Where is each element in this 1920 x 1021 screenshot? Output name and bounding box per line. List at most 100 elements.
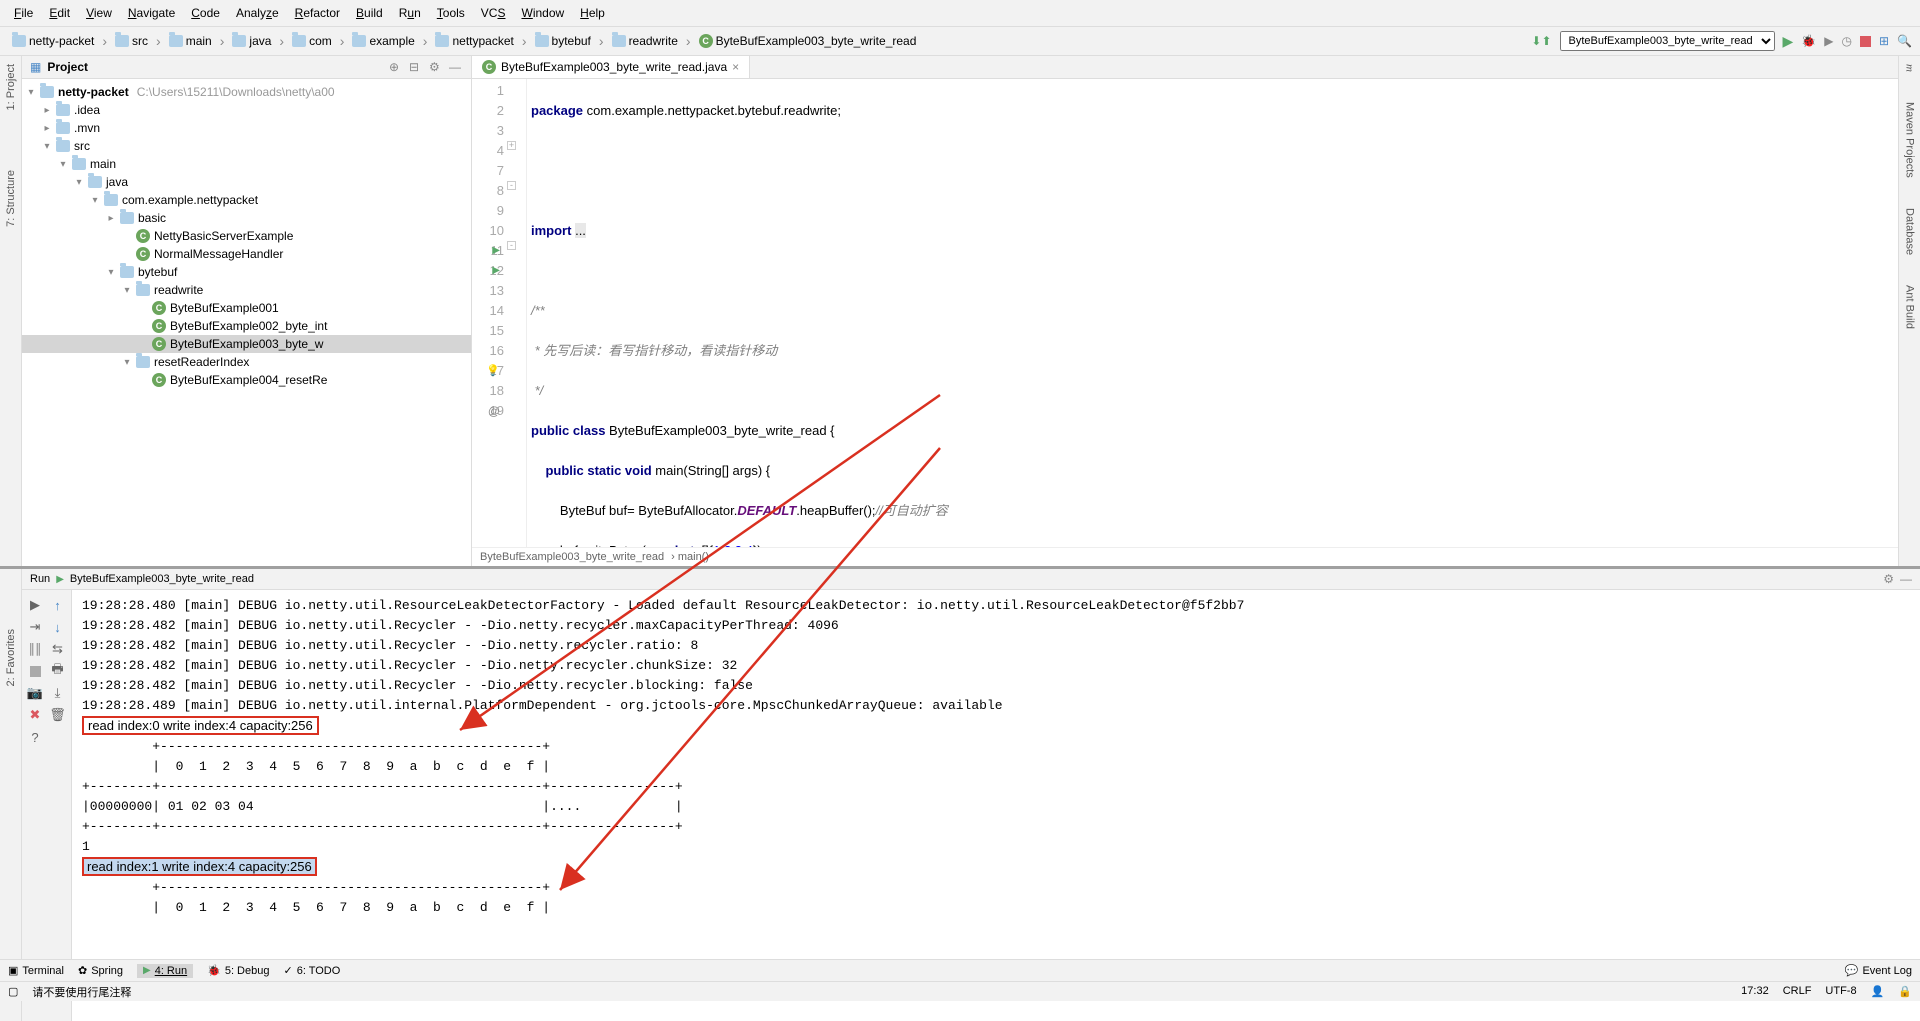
- tool-event-log[interactable]: 💬 Event Log: [1845, 964, 1912, 977]
- stop-button[interactable]: [26, 662, 44, 680]
- tree-node[interactable]: ▾java: [22, 173, 471, 191]
- code-breadcrumb[interactable]: ByteBufExample003_byte_write_read › main…: [472, 547, 1898, 566]
- menu-help[interactable]: Help: [574, 4, 611, 22]
- maven-icon[interactable]: m: [1904, 64, 1916, 72]
- tool-favorites[interactable]: 2: Favorites: [5, 629, 17, 686]
- status-encoding[interactable]: UTF-8: [1825, 985, 1856, 998]
- project-tree[interactable]: ▾netty-packetC:\Users\15211\Downloads\ne…: [22, 79, 471, 566]
- bc-class[interactable]: CByteBufExample003_byte_write_read: [695, 32, 921, 50]
- profile-button[interactable]: ◷: [1842, 34, 1852, 48]
- tool-maven[interactable]: Maven Projects: [1904, 102, 1916, 178]
- tool-database[interactable]: Database: [1904, 208, 1916, 255]
- menu-edit[interactable]: Edit: [43, 4, 76, 22]
- gear-icon[interactable]: ⚙: [429, 60, 443, 74]
- search-everywhere-icon[interactable]: 🔍: [1897, 34, 1912, 48]
- tree-node[interactable]: ▾com.example.nettypacket: [22, 191, 471, 209]
- tree-node[interactable]: ▾main: [22, 155, 471, 173]
- status-quick-icon[interactable]: ▢: [8, 985, 18, 998]
- tree-node[interactable]: CNettyBasicServerExample: [22, 227, 471, 245]
- editor-gutter[interactable]: 1234+78-91011▶-12▶1314151617💡1819@: [472, 79, 527, 547]
- tree-node[interactable]: CByteBufExample004_resetRe: [22, 371, 471, 389]
- code-area[interactable]: package com.example.nettypacket.bytebuf.…: [527, 79, 1898, 547]
- tree-node[interactable]: CByteBufExample002_byte_int: [22, 317, 471, 335]
- help-button[interactable]: ?: [26, 728, 44, 746]
- tool-ant[interactable]: Ant Build: [1904, 285, 1916, 329]
- run-config-select[interactable]: ByteBufExample003_byte_write_read: [1560, 31, 1775, 51]
- bc-src[interactable]: src: [111, 32, 152, 50]
- wrap-button[interactable]: ⇆: [49, 640, 67, 658]
- rerun-button[interactable]: ▶: [26, 596, 44, 614]
- attach-button[interactable]: ⇥: [26, 618, 44, 636]
- bc-example[interactable]: example: [348, 32, 418, 50]
- coverage-button[interactable]: ▶: [1824, 34, 1833, 48]
- gear-icon[interactable]: ⚙: [1883, 572, 1894, 586]
- tree-root[interactable]: netty-packet: [58, 85, 129, 99]
- tree-node[interactable]: ▾readwrite: [22, 281, 471, 299]
- menu-vcs[interactable]: VCS: [475, 4, 512, 22]
- close-icon[interactable]: ×: [732, 60, 739, 74]
- menu-build[interactable]: Build: [350, 4, 389, 22]
- tool-terminal[interactable]: ▣ Terminal: [8, 964, 64, 977]
- tool-project[interactable]: 1: Project: [5, 64, 17, 110]
- status-lock-icon[interactable]: 🔒: [1898, 985, 1912, 998]
- close-button[interactable]: ✖: [26, 706, 44, 724]
- menu-view[interactable]: View: [80, 4, 118, 22]
- menu-navigate[interactable]: Navigate: [122, 4, 181, 22]
- tree-node[interactable]: CByteBufExample001: [22, 299, 471, 317]
- bc-project[interactable]: netty-packet: [8, 32, 98, 50]
- tool-todo[interactable]: ✓ 6: TODO: [283, 964, 340, 977]
- status-line-sep[interactable]: CRLF: [1783, 985, 1812, 998]
- tree-node[interactable]: ▸basic: [22, 209, 471, 227]
- hide-icon[interactable]: —: [1900, 572, 1912, 586]
- collapse-all-icon[interactable]: ⊟: [409, 60, 423, 74]
- status-inspect-icon[interactable]: 👤: [1871, 985, 1885, 998]
- tool-debug[interactable]: 🐞 5: Debug: [207, 964, 269, 977]
- tree-node[interactable]: ▾resetReaderIndex: [22, 353, 471, 371]
- menu-code[interactable]: Code: [185, 4, 226, 22]
- left-tool-stripe: 1: Project 7: Structure: [0, 56, 22, 566]
- folder-icon: [72, 158, 86, 170]
- tree-node[interactable]: ▸.mvn: [22, 119, 471, 137]
- run-config-label[interactable]: ByteBufExample003_byte_write_read: [70, 573, 254, 585]
- menu-run[interactable]: Run: [393, 4, 427, 22]
- project-structure-icon[interactable]: ⊞: [1879, 34, 1889, 48]
- tree-node[interactable]: ▾src: [22, 137, 471, 155]
- menu-window[interactable]: Window: [515, 4, 570, 22]
- tool-run[interactable]: ▶ 4: Run: [137, 964, 193, 978]
- console-output[interactable]: 19:28:28.480 [main] DEBUG io.netty.util.…: [72, 590, 1920, 1021]
- folder-icon: [120, 212, 134, 224]
- tool-spring[interactable]: ✿ Spring: [78, 964, 123, 977]
- tree-node[interactable]: ▸.idea: [22, 101, 471, 119]
- scroll-end-button[interactable]: ⤓: [49, 684, 67, 702]
- project-view-icon[interactable]: ▦: [30, 60, 41, 74]
- bc-nettypacket[interactable]: nettypacket: [431, 32, 517, 50]
- menu-analyze[interactable]: Analyze: [230, 4, 285, 22]
- bc-main[interactable]: main: [165, 32, 216, 50]
- bc-java[interactable]: java: [228, 32, 275, 50]
- tool-structure[interactable]: 7: Structure: [5, 170, 17, 227]
- tree-node[interactable]: CByteBufExample003_byte_w: [22, 335, 471, 353]
- menu-file[interactable]: File: [8, 4, 39, 22]
- editor-tab[interactable]: C ByteBufExample003_byte_write_read.java…: [472, 56, 750, 78]
- folder-icon: [169, 35, 183, 47]
- bc-readwrite[interactable]: readwrite: [608, 32, 682, 50]
- print-button[interactable]: 🖶: [49, 662, 67, 680]
- folder-icon: [56, 140, 70, 152]
- menu-tools[interactable]: Tools: [431, 4, 471, 22]
- up-button[interactable]: ↑: [49, 596, 67, 614]
- run-button[interactable]: ▶: [1783, 33, 1794, 50]
- dump-button[interactable]: 📷: [26, 684, 44, 702]
- hide-icon[interactable]: —: [449, 60, 463, 74]
- clear-button[interactable]: 🗑: [49, 706, 67, 724]
- build-icon[interactable]: ⬇⬆: [1531, 34, 1551, 48]
- tree-node[interactable]: CNormalMessageHandler: [22, 245, 471, 263]
- pause-button[interactable]: ∥∥: [26, 640, 44, 658]
- stop-button[interactable]: [1860, 36, 1871, 47]
- tree-node[interactable]: ▾bytebuf: [22, 263, 471, 281]
- debug-button[interactable]: 🐞: [1801, 34, 1816, 48]
- bc-bytebuf[interactable]: bytebuf: [531, 32, 595, 50]
- down-button[interactable]: ↓: [49, 618, 67, 636]
- scroll-from-source-icon[interactable]: ⊕: [389, 60, 403, 74]
- menu-refactor[interactable]: Refactor: [289, 4, 346, 22]
- bc-com[interactable]: com: [288, 32, 336, 50]
